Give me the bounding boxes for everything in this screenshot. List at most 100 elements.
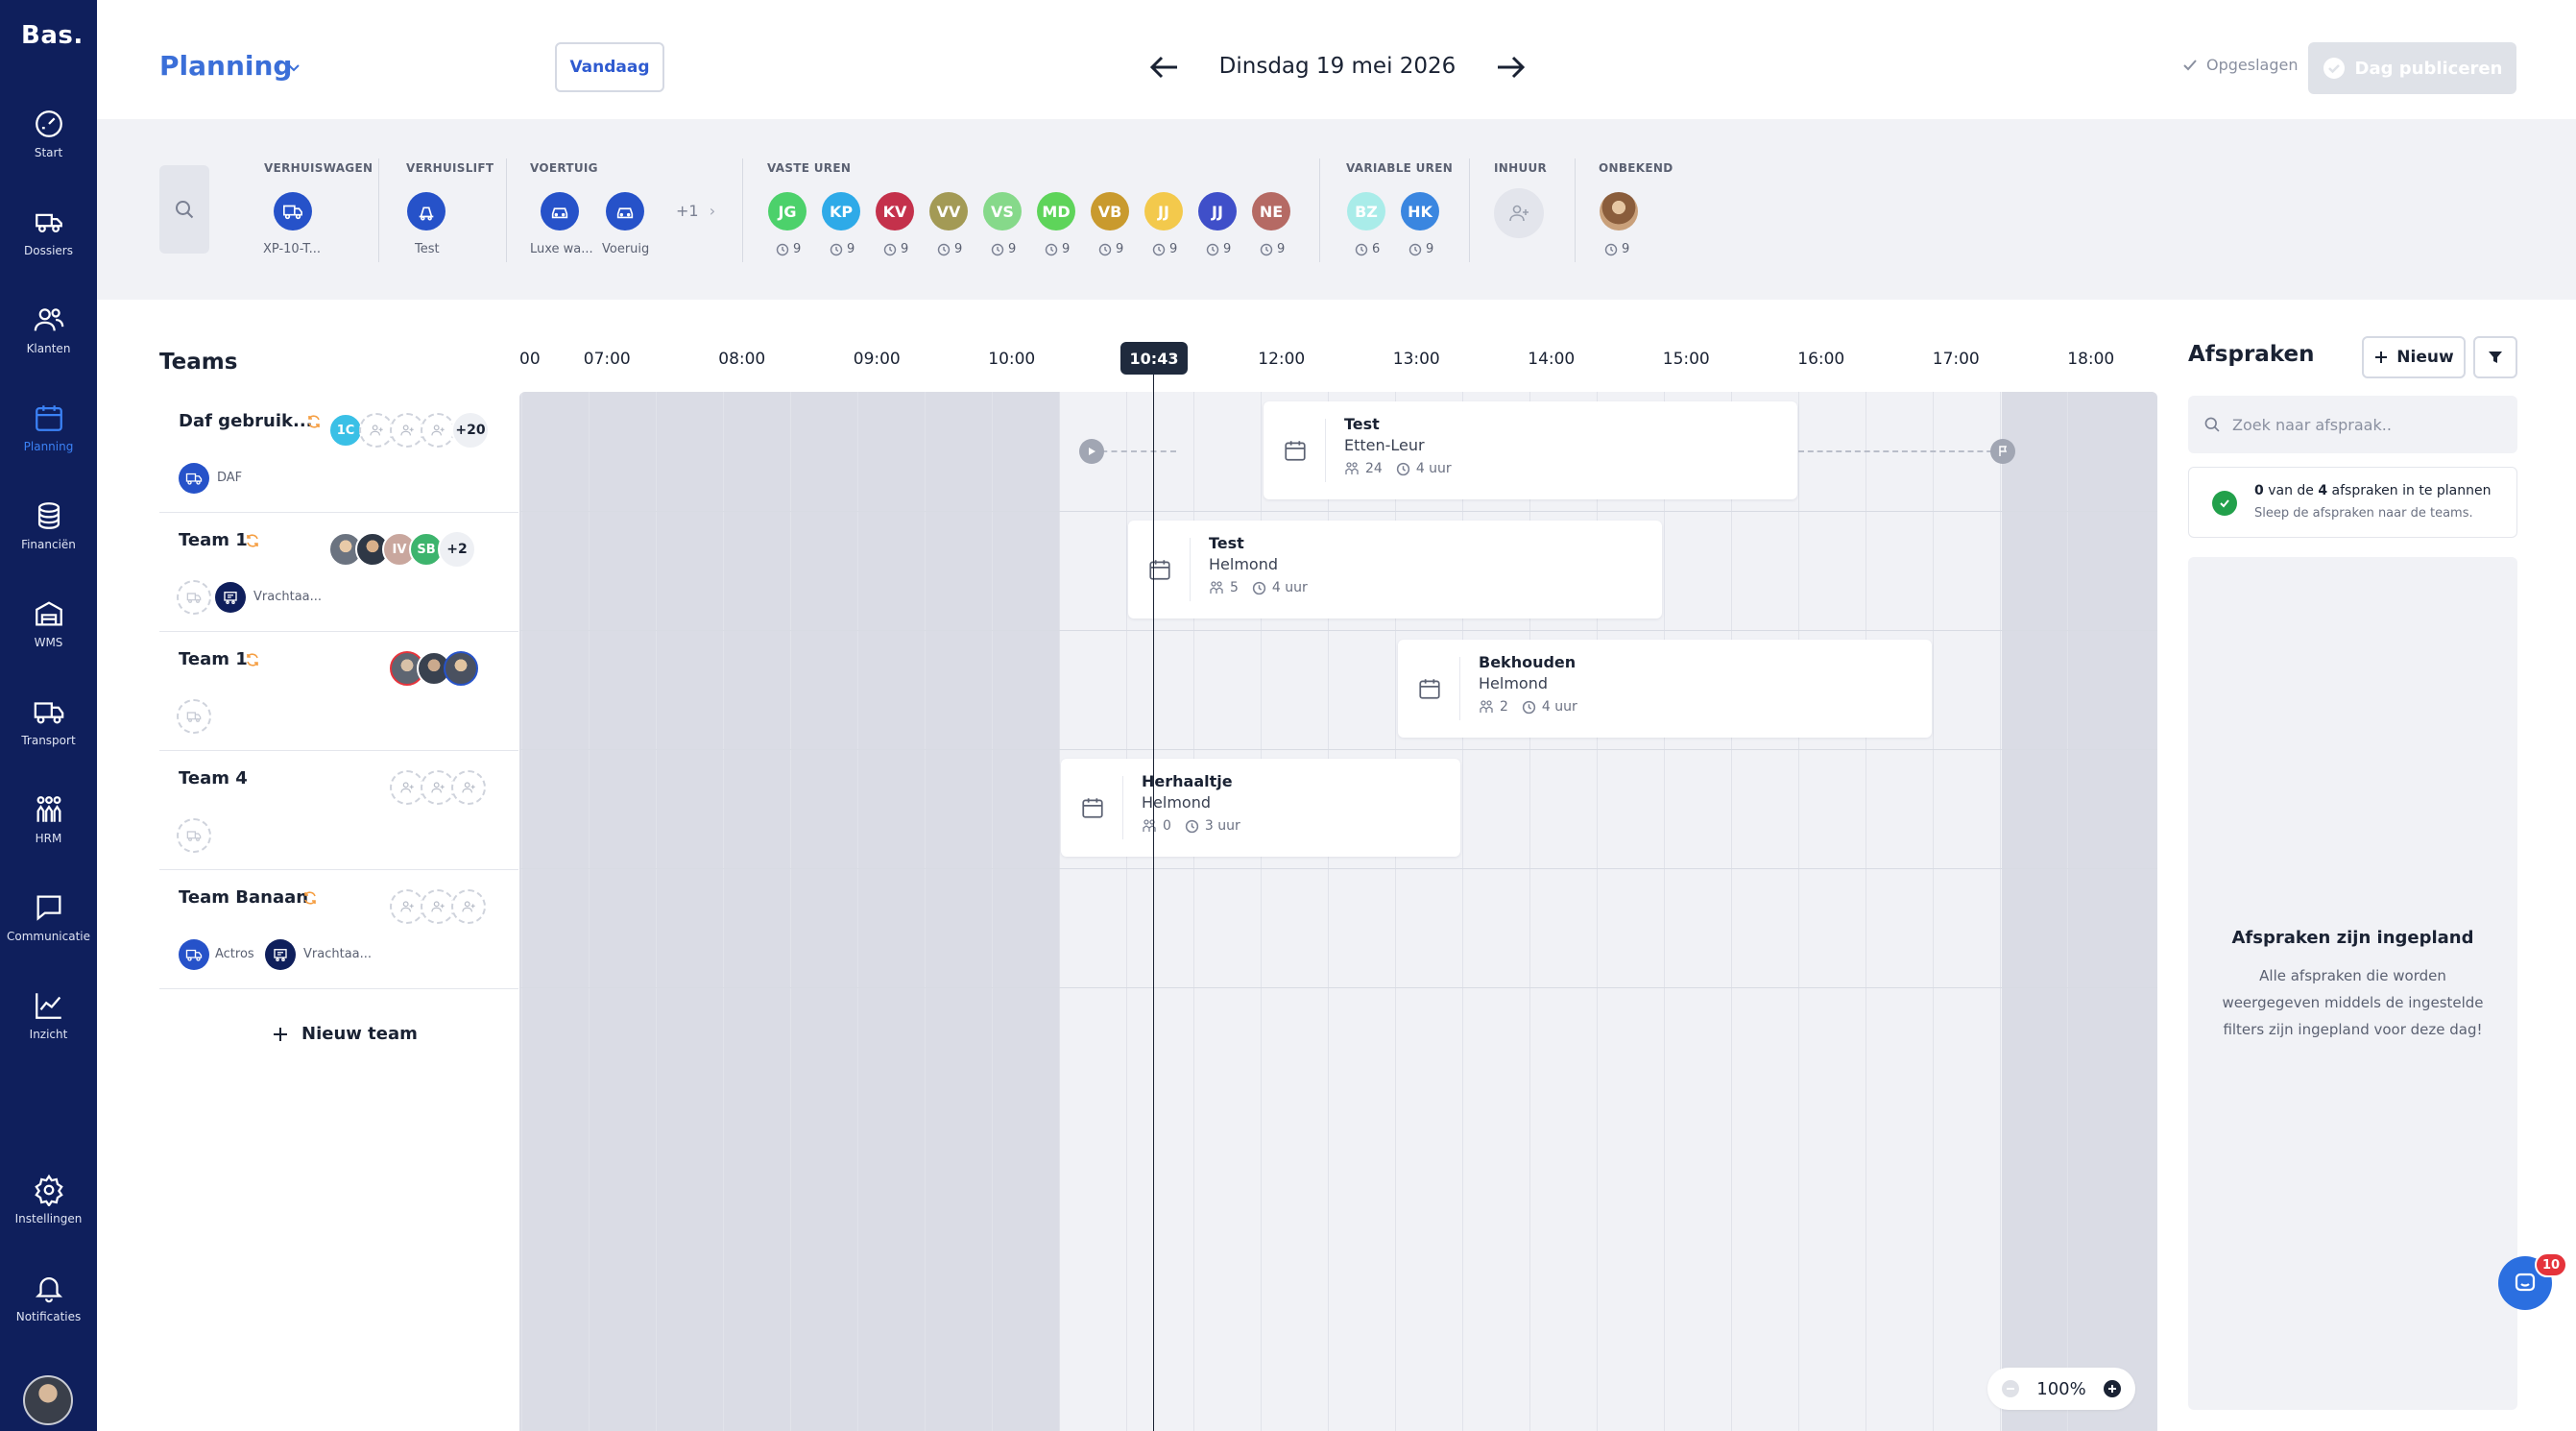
appointment-card[interactable]: Herhaaltje Helmond 0 3 uur (1061, 759, 1460, 857)
empty-member-slot[interactable] (390, 413, 424, 448)
zoom-in-icon[interactable] (2103, 1379, 2122, 1398)
app-logo[interactable]: Bas. (21, 21, 84, 50)
employee-avatar[interactable]: VV (929, 192, 968, 230)
page-title[interactable]: Planning (159, 50, 292, 82)
route-end-icon[interactable] (1990, 439, 2015, 464)
movers-icon (1480, 700, 1493, 713)
team-vehicle-chip[interactable] (265, 939, 296, 970)
employee-avatar[interactable]: VB (1091, 192, 1129, 230)
hour-label: 12:00 (1258, 350, 1306, 369)
team-row[interactable]: Team 1 IV SB +2 Vrachtaa... (159, 513, 518, 632)
nav-transport[interactable]: Transport (0, 695, 97, 772)
empty-member-slot[interactable] (390, 770, 424, 805)
empty-member-slot[interactable] (421, 889, 455, 924)
nav-planning[interactable]: Planning (0, 401, 97, 478)
hour-label: 14:00 (1528, 350, 1576, 369)
nav-wms[interactable]: WMS (0, 597, 97, 674)
arrow-right-icon[interactable] (1492, 50, 1530, 85)
team-row[interactable]: Team 1 (159, 632, 518, 751)
chevron-down-icon[interactable] (286, 60, 301, 75)
clock-icon (1260, 243, 1273, 255)
nav-dossiers[interactable]: Dossiers (0, 206, 97, 282)
team-name[interactable]: Team 1 (179, 530, 248, 550)
publish-label: Dag publiceren (2354, 58, 2503, 79)
publish-day-button[interactable]: Dag publiceren (2308, 42, 2516, 94)
sync-icon (247, 534, 258, 547)
unknown-employee-avatar[interactable] (1600, 192, 1638, 230)
appointment-search-input[interactable] (2232, 415, 2501, 434)
route-start-icon[interactable] (1079, 439, 1104, 464)
employee-avatar[interactable]: JJ (1144, 192, 1183, 230)
team-row[interactable]: Team 4 (159, 751, 518, 870)
nav-start[interactable]: Start (0, 108, 97, 184)
team-name[interactable]: Team 4 (179, 768, 248, 788)
member-avatar[interactable]: 1C (328, 413, 363, 448)
card-separator (1459, 657, 1460, 720)
check-icon (2183, 59, 2197, 70)
team-name[interactable]: Daf gebruik... (179, 411, 313, 431)
lift-chip[interactable] (407, 192, 445, 230)
new-team-button[interactable]: Nieuw team (271, 1024, 418, 1044)
more-members[interactable]: +20 (451, 411, 490, 449)
arrow-left-icon[interactable] (1144, 50, 1183, 85)
employee-avatar[interactable]: JG (768, 192, 807, 230)
new-appointment-button[interactable]: Nieuw (2362, 336, 2466, 378)
more-members[interactable]: +2 (438, 530, 476, 569)
vehicle-chip[interactable] (541, 192, 579, 230)
vehicle-chip[interactable] (274, 192, 312, 230)
timeline-grid[interactable]: Test Etten-Leur 24 4 uur Test Helmond 5 … (519, 392, 2157, 1431)
nav-hrm[interactable]: HRM (0, 793, 97, 870)
team-vehicle-chip[interactable] (215, 582, 246, 613)
zoom-out-icon[interactable] (2001, 1379, 2020, 1398)
empty-vehicle-slot[interactable] (177, 580, 211, 615)
nav-financien[interactable]: Financiën (0, 499, 97, 576)
empty-member-slot[interactable] (451, 889, 486, 924)
appointment-card[interactable]: Test Etten-Leur 24 4 uur (1264, 401, 1797, 499)
row-separator (519, 630, 2157, 631)
appointment-card[interactable]: Bekhouden Helmond 2 4 uur (1398, 640, 1932, 738)
nav-instellingen[interactable]: Instellingen (0, 1174, 97, 1250)
team-vehicle-chip[interactable] (179, 939, 209, 970)
nav-notificaties[interactable]: Notificaties (0, 1272, 97, 1348)
employee-avatar[interactable]: HK (1401, 192, 1439, 230)
empty-member-slot[interactable] (359, 413, 394, 448)
sync-icon (308, 415, 320, 428)
team-name[interactable]: Team Banaan (179, 887, 308, 908)
empty-vehicle-slot[interactable] (177, 818, 211, 853)
employee-avatar[interactable]: KV (876, 192, 914, 230)
filter-button[interactable] (2473, 336, 2517, 378)
empty-member-slot[interactable] (421, 413, 455, 448)
resource-search-button[interactable] (159, 165, 209, 254)
nav-inzicht[interactable]: Inzicht (0, 989, 97, 1066)
empty-vehicle-slot[interactable] (177, 699, 211, 734)
appointment-card[interactable]: Test Helmond 5 4 uur (1128, 521, 1662, 618)
employee-hours: 9 (1408, 242, 1433, 256)
empty-member-slot[interactable] (451, 770, 486, 805)
zoom-level: 100% (2036, 1378, 2086, 1399)
truck-icon (34, 702, 63, 724)
employee-avatar[interactable]: BZ (1347, 192, 1385, 230)
hour-label: 10:00 (988, 350, 1036, 369)
empty-member-slot[interactable] (421, 770, 455, 805)
today-button[interactable]: Vandaag (555, 42, 664, 92)
employee-avatar[interactable]: KP (822, 192, 860, 230)
nav-label: Transport (21, 734, 76, 747)
team-name[interactable]: Team 1 (179, 649, 248, 669)
team-vehicle-chip[interactable] (179, 463, 209, 494)
member-photo-avatar[interactable] (444, 651, 478, 686)
employee-avatar[interactable]: MD (1037, 192, 1075, 230)
nav-label: WMS (34, 636, 63, 649)
team-row[interactable]: Daf gebruik... 1C +20 DAF (159, 394, 518, 513)
employee-avatar[interactable]: NE (1252, 192, 1290, 230)
vehicle-more[interactable]: +1 › (676, 202, 715, 220)
empty-member-slot[interactable] (390, 889, 424, 924)
hire-slot[interactable] (1494, 188, 1544, 238)
vehicle-chip[interactable] (606, 192, 644, 230)
user-avatar[interactable] (23, 1375, 73, 1425)
nav-klanten[interactable]: Klanten (0, 303, 97, 380)
employee-avatar[interactable]: VS (983, 192, 1022, 230)
nav-communicatie[interactable]: Communicatie (0, 891, 97, 968)
saved-status: Opgeslagen (2181, 56, 2298, 74)
team-row[interactable]: Team Banaan Actros Vrachtaa... (159, 870, 518, 989)
employee-avatar[interactable]: JJ (1198, 192, 1237, 230)
